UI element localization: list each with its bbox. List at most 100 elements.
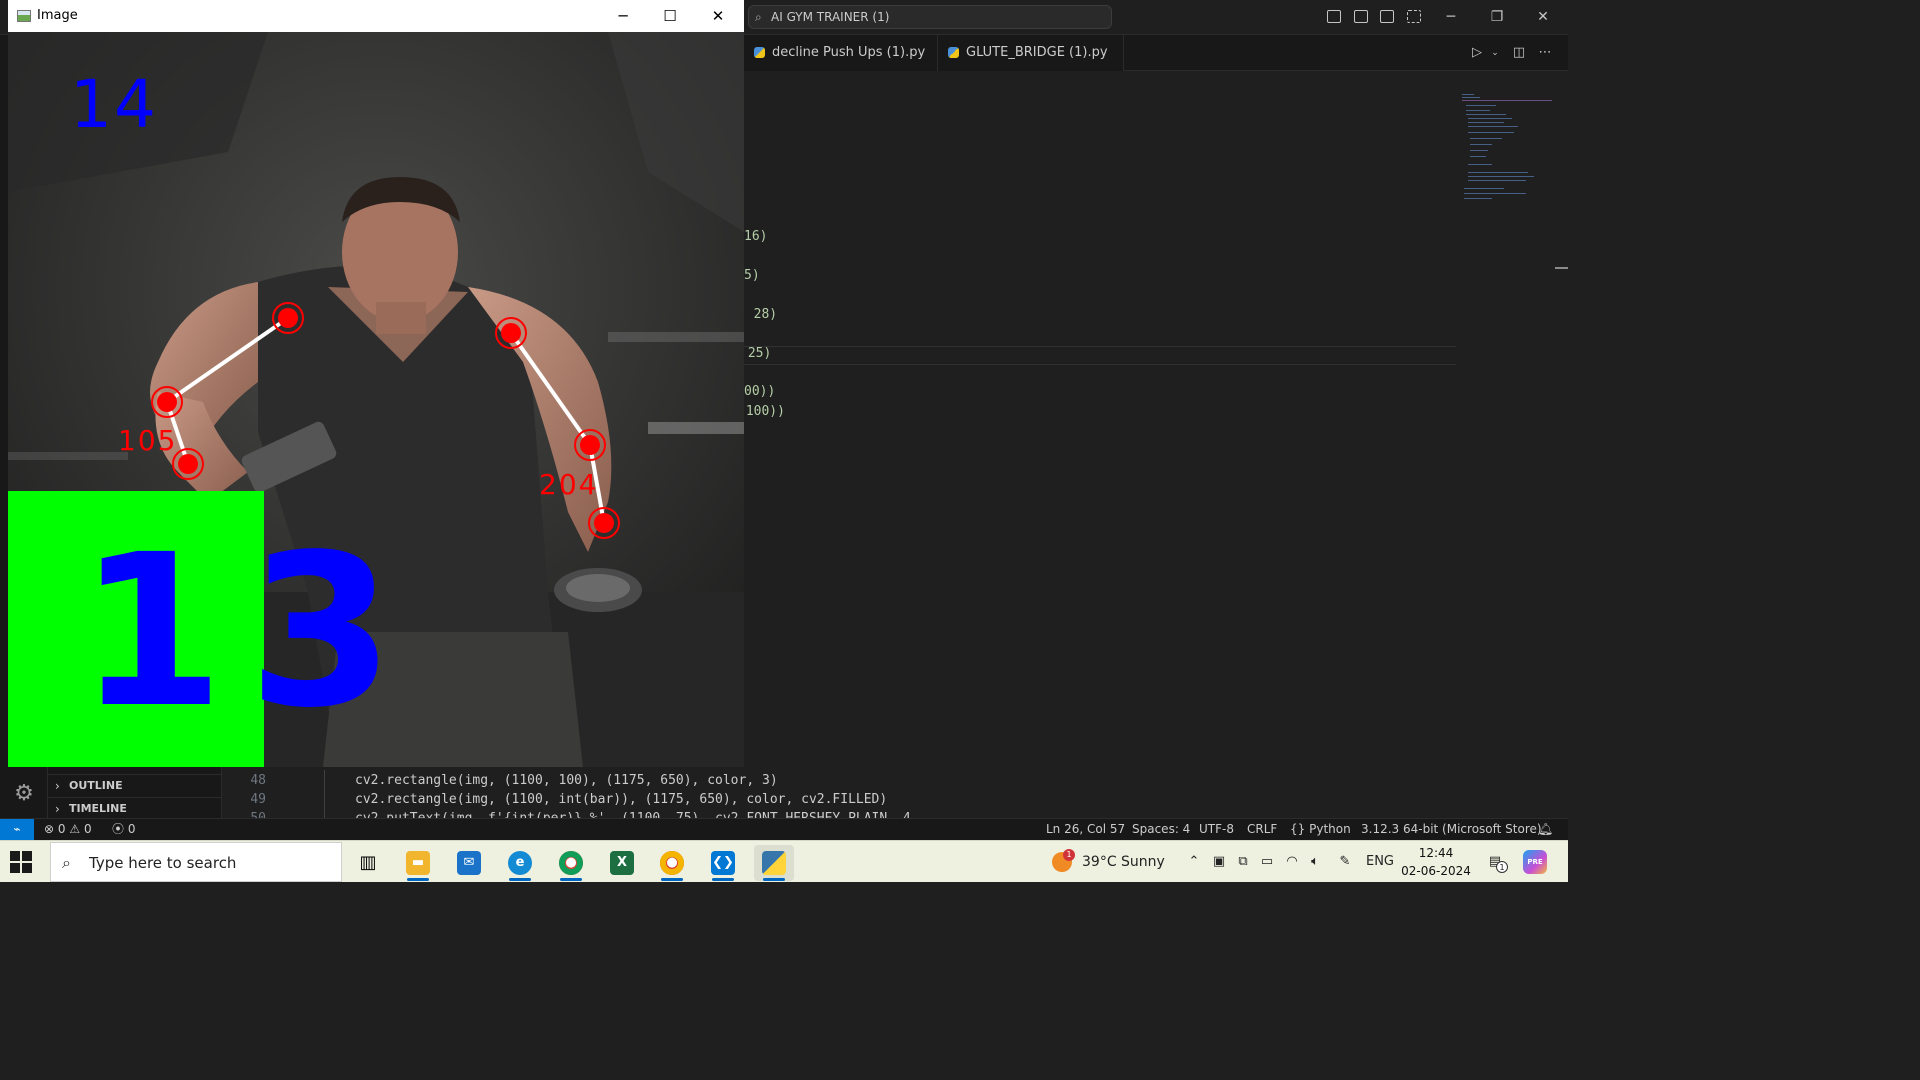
code-fragment: 16) [744,229,768,244]
problems-indicator[interactable]: ⊗ 0 ⚠ 0 [44,819,92,841]
warning-icon: ⚠ [69,822,81,836]
line-number-gutter: 48 49 50 [222,770,294,818]
pen-icon[interactable]: ✎ [1335,841,1355,883]
maximize-icon[interactable]: ☐ [647,0,693,32]
minimize-icon[interactable]: ─ [600,0,646,32]
broadcast-icon: ⦿ [112,822,125,836]
toggle-secondary-sidebar-icon[interactable] [1380,10,1394,23]
minimap[interactable] [1460,92,1555,207]
right-elbow-angle: 204 [539,468,599,501]
chevron-right-icon: › [55,802,60,816]
chevron-right-icon: › [55,779,60,793]
code-editor[interactable] [744,71,1568,818]
line-number: 48 [250,773,266,788]
wifi-icon[interactable]: ◠ [1282,841,1302,883]
cursor-position[interactable]: Ln 26, Col 57 [1046,819,1125,841]
split-editor-icon[interactable]: ◫ [1510,45,1528,61]
search-icon: ⌕ [62,853,71,872]
python-file-icon [754,47,765,58]
file-explorer-icon[interactable]: ▬ [398,845,438,881]
remote-indicator-icon[interactable]: ⌁ [0,819,34,841]
code-fragment: 00)) [744,384,776,399]
chevron-up-icon[interactable]: ⌃ [1184,841,1204,883]
timeline-label: TIMELINE [69,802,127,815]
clock-time: 12:44 [1418,846,1454,860]
encoding[interactable]: UTF-8 [1199,819,1234,841]
indent-guide [324,770,325,818]
language-mode[interactable]: {} Python [1290,819,1351,841]
code-line[interactable]: cv2.rectangle(img, (1100, int(bar)), (11… [355,792,887,807]
mail-icon[interactable]: ✉ [449,845,489,881]
code-line[interactable]: cv2.putText(img, f'{int(per)} %', (1100,… [355,811,919,818]
meet-now-icon[interactable]: ▣ [1209,841,1229,883]
customize-layout-icon[interactable] [1407,10,1421,23]
image-app-icon [17,10,31,22]
rep-counter-top: 14 [70,66,158,143]
language-label: Python [1309,822,1351,836]
timeline-section-header[interactable]: › TIMELINE [48,797,222,819]
close-icon[interactable]: ✕ [695,0,741,32]
notification-center-icon[interactable]: ▤ 1 [1484,841,1508,883]
current-line-highlight [744,346,1456,365]
excel-icon[interactable]: X [602,845,642,881]
notifications-bell-icon[interactable]: 🔔︎ [1538,819,1553,841]
toggle-panel-icon[interactable] [1354,10,1368,23]
run-dropdown-chevron-icon[interactable]: ⌄ [1486,45,1504,61]
webcam-frame: 14 105 204 13 [8,32,744,767]
image-window-title: Image [37,8,78,23]
scrollbar-marker[interactable] [1555,267,1568,269]
notification-count-badge: 1 [1496,861,1508,873]
line-number: 49 [250,792,266,807]
code-line[interactable]: cv2.rectangle(img, (1100, 100), (1175, 6… [355,773,778,788]
ports-indicator[interactable]: ⦿ 0 [112,819,135,841]
more-actions-icon[interactable]: ⋯ [1536,45,1554,61]
taskbar-search-box[interactable]: ⌕ Type here to search [50,842,342,882]
left-elbow-angle: 105 [118,424,178,457]
command-center-search[interactable]: ⌕ AI GYM TRAINER (1) [748,5,1112,29]
volume-icon[interactable]: 🔈︎ [1305,841,1325,883]
toggle-primary-sidebar-icon[interactable] [1327,10,1341,23]
chrome-icon[interactable]: ● [551,845,591,881]
warning-count: 0 [83,822,92,836]
taskbar-search-placeholder: Type here to search [89,854,237,872]
battery-icon[interactable]: ▭ [1257,841,1277,883]
python-icon[interactable] [754,845,794,881]
task-view-icon[interactable]: ▥ [348,845,388,881]
indentation[interactable]: Spaces: 4 [1132,819,1190,841]
chrome-profile-icon[interactable]: ● [652,845,692,881]
display-icon[interactable]: ⧉ [1233,841,1253,883]
vscode-icon[interactable]: ❮❯ [703,845,743,881]
end-of-line[interactable]: CRLF [1247,819,1277,841]
search-icon: ⌕ [755,10,762,24]
manage-gear-icon[interactable]: ⚙ [10,780,38,808]
copilot-icon[interactable]: PRE [1522,841,1548,883]
braces-icon: {} [1290,822,1306,836]
opencv-image-window[interactable]: Image ─ ☐ ✕ 14 105 204 13 [8,0,744,767]
command-center-label: AI GYM TRAINER (1) [771,10,890,24]
tab-glute-bridge[interactable]: GLUTE_BRIDGE (1).py [938,35,1124,71]
code-fragment: 25) [740,346,772,361]
ports-count: 0 [127,822,136,836]
clock[interactable]: 12:44 02-06-2024 [1400,844,1472,880]
status-bar: ⌁ ⊗ 0 ⚠ 0 ⦿ 0 Ln 26, Col 57 Spaces: 4 UT… [0,818,1568,841]
language-indicator[interactable]: ENG [1364,841,1396,883]
run-icon[interactable]: ▷ [1468,45,1486,61]
python-interpreter[interactable]: 3.12.3 64-bit (Microsoft Store) [1361,819,1542,841]
close-icon[interactable]: ✕ [1528,6,1558,28]
image-window-titlebar[interactable]: Image ─ ☐ ✕ [8,0,744,32]
minimize-icon[interactable]: ─ [1436,6,1466,28]
error-icon: ⊗ [44,822,55,836]
editor-tabbar: decline Push Ups (1).py GLUTE_BRIDGE (1)… [744,35,1568,71]
edge-browser-icon[interactable]: e [500,845,540,881]
tab-decline-push-ups[interactable]: decline Push Ups (1).py [744,35,938,71]
tab-label: decline Push Ups (1).py [772,45,926,60]
outline-section-header[interactable]: › OUTLINE [48,774,222,796]
clock-date: 02-06-2024 [1401,864,1471,878]
weather-widget[interactable]: 1 39°C Sunny [1052,841,1165,883]
windows-start-icon[interactable] [10,851,32,873]
restore-icon[interactable]: ❐ [1482,6,1512,28]
windows-taskbar: ⌕ Type here to search ▥ ▬ ✉ e ● X ● ❮❯ 1… [0,840,1568,882]
code-fragment: 100)) [738,404,785,419]
line-number: 50 [222,811,266,818]
weather-alert-badge: 1 [1063,849,1075,861]
